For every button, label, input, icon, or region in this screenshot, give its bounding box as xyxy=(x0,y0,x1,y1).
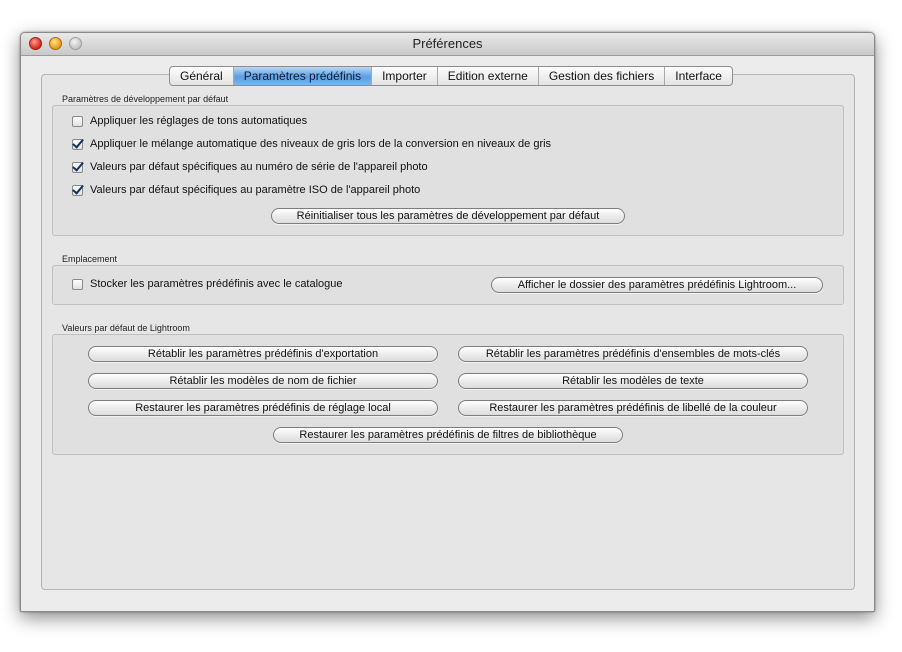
restore-local-adjustment-presets-button[interactable]: Restaurer les paramètres prédéfinis de r… xyxy=(88,400,438,416)
checkbox-label: Valeurs par défaut spécifiques au paramè… xyxy=(90,184,421,196)
restore-keyword-set-presets-button[interactable]: Rétablir les paramètres prédéfinis d'ens… xyxy=(458,346,808,362)
restore-color-label-presets-button[interactable]: Restaurer les paramètres prédéfinis de l… xyxy=(458,400,808,416)
checkbox-box[interactable] xyxy=(72,161,83,173)
checkbox-box[interactable] xyxy=(72,278,83,290)
auto-tone-checkbox[interactable]: Appliquer les réglages de tons automatiq… xyxy=(72,115,307,127)
checkbox-box[interactable] xyxy=(72,184,83,196)
checkbox-box[interactable] xyxy=(72,115,83,127)
checkbox-label: Stocker les paramètres prédéfinis avec l… xyxy=(90,278,343,290)
title-bar[interactable]: Préférences xyxy=(21,33,874,56)
tab-presets[interactable]: Paramètres prédéfinis xyxy=(232,67,372,85)
tab-external-editing[interactable]: Edition externe xyxy=(436,67,538,85)
checkbox-label: Valeurs par défaut spécifiques au numéro… xyxy=(90,161,428,173)
store-presets-with-catalog-checkbox[interactable]: Stocker les paramètres prédéfinis avec l… xyxy=(72,278,343,290)
restore-text-templates-button[interactable]: Rétablir les modèles de texte xyxy=(458,373,808,389)
auto-grayscale-mix-checkbox[interactable]: Appliquer le mélange automatique des niv… xyxy=(72,138,551,150)
lightroom-defaults-label: Valeurs par défaut de Lightroom xyxy=(62,323,190,333)
tab-file-handling[interactable]: Gestion des fichiers xyxy=(537,67,664,85)
window-title: Préférences xyxy=(412,36,483,51)
restore-library-filter-presets-button[interactable]: Restaurer les paramètres prédéfinis de f… xyxy=(273,427,623,443)
camera-serial-defaults-checkbox[interactable]: Valeurs par défaut spécifiques au numéro… xyxy=(72,161,428,173)
tab-import[interactable]: Importer xyxy=(371,67,437,85)
tab-interface[interactable]: Interface xyxy=(664,67,732,85)
restore-export-presets-button[interactable]: Rétablir les paramètres prédéfinis d'exp… xyxy=(88,346,438,362)
show-presets-folder-button[interactable]: Afficher le dossier des paramètres prédé… xyxy=(491,277,823,293)
camera-iso-defaults-checkbox[interactable]: Valeurs par défaut spécifiques au paramè… xyxy=(72,184,420,196)
location-label: Emplacement xyxy=(62,254,118,264)
develop-defaults-label: Paramètres de développement par défaut xyxy=(62,94,229,104)
tab-general[interactable]: Général xyxy=(170,67,233,85)
preferences-tabs: Général Paramètres prédéfinis Importer E… xyxy=(169,66,733,86)
checkbox-box[interactable] xyxy=(72,138,83,150)
preferences-window: Préférences Général Paramètres prédéfini… xyxy=(20,32,875,612)
checkbox-label: Appliquer le mélange automatique des niv… xyxy=(90,138,552,150)
checkbox-label: Appliquer les réglages de tons automatiq… xyxy=(90,115,308,127)
restore-filename-templates-button[interactable]: Rétablir les modèles de nom de fichier xyxy=(88,373,438,389)
reset-develop-defaults-button[interactable]: Réinitialiser tous les paramètres de dév… xyxy=(271,208,625,224)
